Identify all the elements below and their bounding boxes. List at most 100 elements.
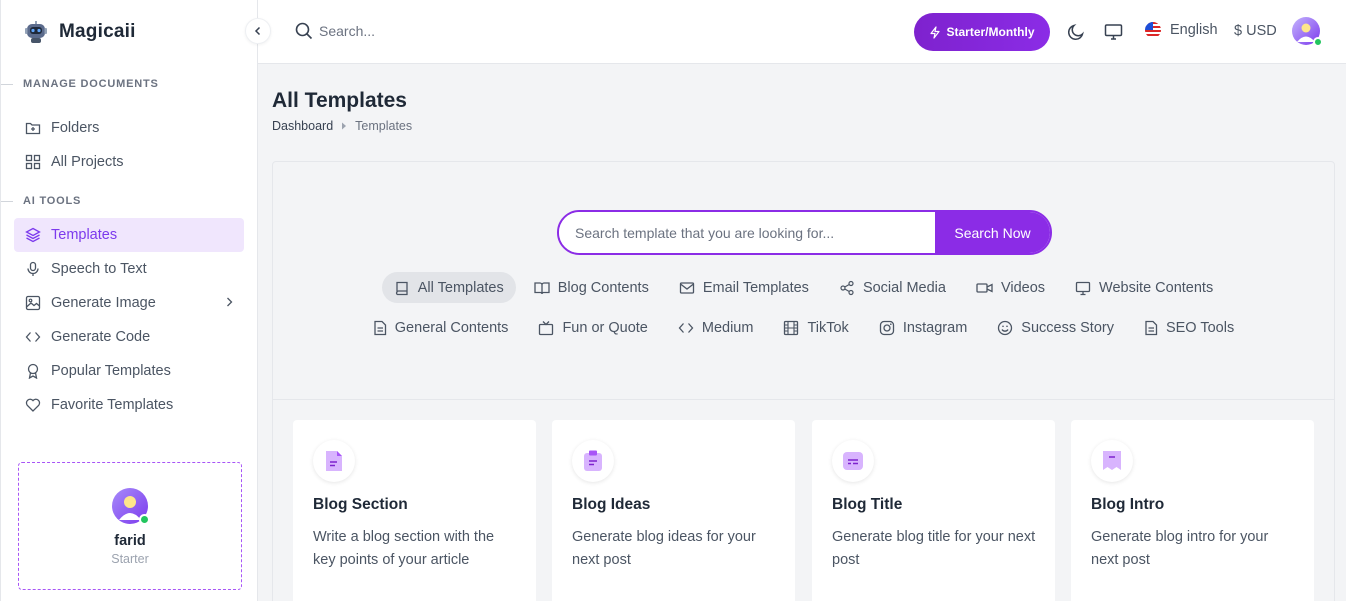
online-status-dot [139,514,150,525]
file-text-icon [373,320,387,336]
brand[interactable]: Magicaii [1,0,257,64]
blog-intro-icon [1091,440,1133,482]
user-card[interactable]: farid Starter [18,462,242,590]
category-videos[interactable]: Videos [964,272,1057,303]
code-icon [25,329,41,345]
sidebar-item-speech-to-text[interactable]: Speech to Text [14,252,244,286]
chevron-left-icon [254,26,261,36]
plan-button-label: Starter/Monthly [946,25,1035,39]
microphone-icon [25,261,41,277]
dark-mode-toggle[interactable] [1066,22,1086,42]
template-card-blog-ideas[interactable]: Blog Ideas Generate blog ideas for your … [552,420,795,601]
sidebar-item-label: Generate Code [51,329,151,345]
share-icon [839,280,855,296]
tv-icon [538,320,554,336]
sidebar-item-label: Speech to Text [51,261,147,277]
plan-button[interactable]: Starter/Monthly [914,13,1050,51]
image-icon [25,295,41,311]
divider [273,399,1334,400]
category-label: Fun or Quote [562,319,648,336]
user-avatar-button[interactable] [1292,17,1323,47]
template-card-blog-title[interactable]: Blog Title Generate blog title for your … [812,420,1055,601]
award-icon [25,363,41,379]
blog-ideas-icon [572,440,614,482]
sidebar-item-label: Folders [51,120,100,136]
card-title: Blog Title [832,496,903,513]
sidebar-item-generate-image[interactable]: Generate Image [14,286,244,320]
display-settings-button[interactable] [1103,22,1123,42]
category-all-templates[interactable]: All Templates [381,272,516,303]
sidebar-item-label: All Projects [51,154,124,170]
card-description: Generate blog ideas for your next post [572,529,756,568]
monitor-icon [1075,280,1091,296]
online-status-dot [1313,37,1323,47]
category-label: Success Story [1021,319,1114,336]
moon-icon [1068,24,1084,40]
smile-icon [997,320,1013,336]
currency-selector[interactable]: $ USD [1234,23,1277,39]
template-card-blog-intro[interactable]: Blog Intro Generate blog intro for your … [1071,420,1314,601]
category-filter-row-2: General Contents Fun or Quote Medium Tik… [273,312,1334,343]
sidebar-item-templates[interactable]: Templates [14,218,244,252]
sidebar-item-label: Templates [51,227,118,243]
sidebar-item-popular-templates[interactable]: Popular Templates [14,354,244,388]
breadcrumb-current: Templates [355,119,413,133]
category-fun-or-quote[interactable]: Fun or Quote [526,312,659,343]
video-icon [976,280,993,296]
category-blog-contents[interactable]: Blog Contents [522,272,661,303]
instagram-icon [879,320,895,336]
search-now-button[interactable]: Search Now [935,212,1050,253]
zap-icon [930,25,941,39]
category-medium[interactable]: Medium [666,312,766,343]
book-open-icon [534,280,550,296]
sidebar-item-folders[interactable]: Folders [14,111,244,145]
language-selector[interactable]: English [1145,22,1218,38]
template-search: Search Now [557,210,1052,255]
book-icon [394,280,410,296]
folder-plus-icon [25,120,41,136]
card-description: Write a blog section with the key points… [313,529,495,568]
global-search[interactable] [295,22,519,40]
chevron-right-icon [227,297,233,307]
card-description: Generate blog title for your next post [832,529,1036,568]
template-search-input[interactable] [559,212,935,253]
breadcrumb: Dashboard Templates [272,119,412,133]
category-label: TikTok [807,319,849,336]
caret-right-icon [341,122,347,130]
category-filter-row-1: All Templates Blog Contents Email Templa… [273,272,1334,303]
sidebar-collapse-button[interactable] [245,18,271,44]
category-website-contents[interactable]: Website Contents [1063,272,1225,303]
sidebar-item-label: Favorite Templates [51,397,174,413]
category-label: Email Templates [702,279,809,296]
category-social-media[interactable]: Social Media [827,272,958,303]
sidebar-item-label: Popular Templates [51,363,171,379]
user-name: farid [114,533,146,549]
category-general-contents[interactable]: General Contents [361,312,521,343]
blog-title-icon [832,440,874,482]
category-label: Medium [701,319,754,336]
category-email-templates[interactable]: Email Templates [667,272,821,303]
sidebar-item-generate-code[interactable]: Generate Code [14,320,244,354]
sidebar-item-favorite-templates[interactable]: Favorite Templates [14,388,244,422]
category-tiktok[interactable]: TikTok [771,312,860,343]
category-seo-tools[interactable]: SEO Tools [1132,312,1246,343]
breadcrumb-dashboard-link[interactable]: Dashboard [272,119,333,133]
avatar [112,488,150,525]
category-label: Instagram [902,319,968,336]
topbar: Starter/Monthly English $ USD [258,0,1346,64]
category-instagram[interactable]: Instagram [867,312,979,343]
search-input[interactable] [319,23,519,39]
sidebar-item-all-projects[interactable]: All Projects [14,145,244,179]
category-label: Website Contents [1099,279,1214,296]
templates-panel: Search Now All Templates Blog Contents E… [272,161,1335,601]
category-success-story[interactable]: Success Story [985,312,1126,343]
language-label: English [1170,22,1218,38]
card-description: Generate blog intro for your next post [1091,529,1269,568]
template-card-blog-section[interactable]: Blog Section Write a blog section with t… [293,420,536,601]
category-label: Videos [1000,279,1046,296]
category-label: SEO Tools [1165,319,1235,336]
film-icon [783,320,799,336]
user-plan: Starter [111,552,149,566]
sidebar: Magicaii MANAGE DOCUMENTS Folders All Pr… [0,0,271,601]
card-title: Blog Intro [1091,496,1165,513]
